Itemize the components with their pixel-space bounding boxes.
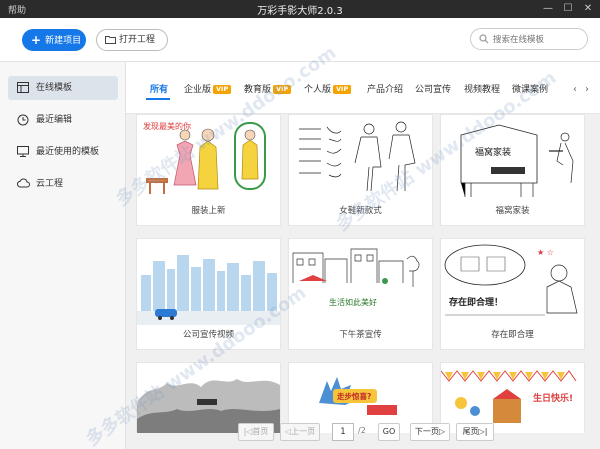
tab-micro-course[interactable]: 微课案例 <box>512 82 548 95</box>
tab-company-promo[interactable]: 公司宣传 <box>415 82 451 95</box>
template-card[interactable]: 女鞋新款式 <box>288 114 433 226</box>
sidebar: 在线模板 最近编辑 最近使用的模板 云工程 <box>0 62 126 449</box>
window-title: 万彩手影大师2.0.3 <box>257 6 343 17</box>
search-box[interactable] <box>470 28 588 50</box>
sidebar-item-recent-edits[interactable]: 最近编辑 <box>8 108 118 132</box>
vip-badge: VIP <box>333 85 352 94</box>
template-icon <box>17 82 29 93</box>
close-icon[interactable]: ✕ <box>580 1 596 17</box>
thumbnail-caption: 存在即合理！ <box>449 296 503 308</box>
cloud-icon <box>17 178 30 188</box>
first-page-button[interactable]: |◁首页 <box>238 423 274 441</box>
folder-icon <box>105 36 116 44</box>
tab-personal[interactable]: 个人版 VIP <box>304 82 352 95</box>
active-tab-indicator <box>146 98 170 100</box>
thumbnail-caption: 福窝家装 <box>475 146 511 158</box>
toolbar: + 新建项目 打开工程 <box>0 18 600 62</box>
template-name: 公司宣传视频 <box>182 330 234 340</box>
svg-text:★ ☆: ★ ☆ <box>537 248 554 257</box>
tab-product-intro[interactable]: 产品介绍 <box>367 82 403 95</box>
prev-page-button[interactable]: ◁上一页 <box>280 423 320 441</box>
template-thumbnail: 福窝家装 <box>441 115 584 201</box>
next-page-button[interactable]: 下一页▷ <box>410 423 450 441</box>
sidebar-item-cloud-projects[interactable]: 云工程 <box>8 172 118 196</box>
tab-enterprise[interactable]: 企业版 VIP <box>184 82 232 95</box>
template-card[interactable]: 走步惊喜? <box>288 362 433 433</box>
thumbnail-caption: 生活如此美好 <box>329 297 377 307</box>
thumbnail-caption: 生日快乐! <box>533 392 573 404</box>
maximize-icon[interactable]: ☐ <box>560 1 576 17</box>
search-icon <box>479 34 489 44</box>
tab-video-tutorial[interactable]: 视频教程 <box>464 82 500 95</box>
template-name: 存在即合理 <box>491 330 534 340</box>
template-thumbnail: 发现最美的你 <box>137 115 280 201</box>
template-card[interactable]: 生日快乐! <box>440 362 585 433</box>
template-name: 下午茶宣传 <box>339 330 382 340</box>
tabs-prev-button[interactable]: ‹ <box>570 84 580 96</box>
tab-all[interactable]: 所有 <box>150 82 168 95</box>
tab-education[interactable]: 教育版 VIP <box>244 82 292 95</box>
monitor-icon <box>17 146 29 157</box>
sidebar-item-online-templates[interactable]: 在线模板 <box>8 76 118 100</box>
vip-badge: VIP <box>273 85 292 94</box>
template-name: 服装上新 <box>191 206 226 216</box>
clock-icon <box>17 114 29 126</box>
template-thumbnail: 生活如此美好 <box>289 239 432 325</box>
plus-icon: + <box>31 33 42 47</box>
template-thumbnail: ★ ☆ 存在即合理！ <box>441 239 584 325</box>
template-card[interactable] <box>136 362 281 433</box>
open-project-button[interactable]: 打开工程 <box>96 29 168 51</box>
minimize-icon[interactable]: — <box>540 1 556 17</box>
page-number-input[interactable]: 1 <box>332 423 354 441</box>
template-card[interactable]: 福窝家装 福窝家装 <box>440 114 585 226</box>
template-name: 女鞋新款式 <box>339 206 382 216</box>
template-card[interactable]: 公司宣传视频 <box>136 238 281 350</box>
template-card[interactable]: 生活如此美好 下午茶宣传 <box>288 238 433 350</box>
template-card[interactable]: ★ ☆ 存在即合理！ 存在即合理 <box>440 238 585 350</box>
title-bar: 帮助 万彩手影大师2.0.3 — ☐ ✕ <box>0 0 600 18</box>
sidebar-item-recent-templates[interactable]: 最近使用的模板 <box>8 140 118 164</box>
template-name: 福窝家装 <box>495 206 530 216</box>
page-total: /2 <box>358 426 366 435</box>
last-page-button[interactable]: 尾页▷| <box>456 423 494 441</box>
template-grid: 发现最美的你 服装上新 女鞋新款式 福窝家装 福窝家装 公司宣传视频 生活如此美… <box>126 114 600 449</box>
category-tabs: 所有 企业版 VIP 教育版 VIP 个人版 VIP 产品介绍 公司宣传 视频教程 微… <box>126 62 600 114</box>
go-button[interactable]: GO <box>378 423 400 441</box>
template-thumbnail <box>137 239 280 325</box>
vip-badge: VIP <box>213 85 232 94</box>
search-input[interactable] <box>493 33 583 46</box>
thumbnail-caption: 走步惊喜? <box>337 391 371 401</box>
tabs-next-button[interactable]: › <box>582 84 592 96</box>
new-project-button[interactable]: + 新建项目 <box>22 29 86 51</box>
template-thumbnail <box>289 115 432 201</box>
template-card[interactable]: 发现最美的你 服装上新 <box>136 114 281 226</box>
thumbnail-caption: 发现最美的你 <box>143 121 191 131</box>
